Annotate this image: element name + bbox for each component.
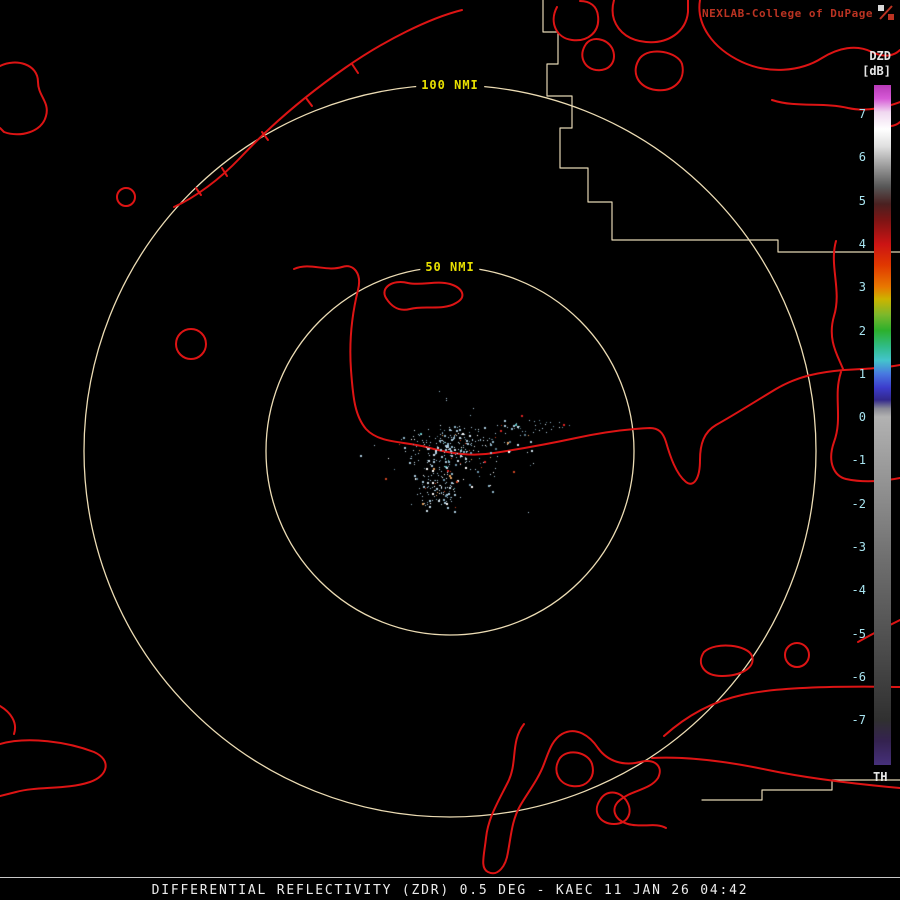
radar-echoes-canvas	[0, 0, 900, 900]
brand-text: NEXLAB-College of DuPage	[702, 7, 873, 20]
range-ring-label: 100 NMI	[416, 78, 484, 92]
colorbar-tick-label: -3	[851, 540, 866, 554]
product-title: DIFFERENTIAL REFLECTIVITY (ZDR) 0.5 DEG …	[151, 883, 749, 898]
colorbar-tick-label: 1	[858, 366, 866, 381]
colorbar-unit-label: [dB]	[862, 64, 891, 78]
colorbar-tick-label: 4	[858, 236, 866, 251]
colorbar-tick-label: 3	[858, 280, 866, 295]
colorbar-tick-label: -7	[851, 713, 866, 728]
colorbar-tick-label: 5	[858, 193, 866, 208]
radar-display: NEXLAB-College of DuPage DZD [dB] 7 6 5 4 3 2…	[0, 0, 900, 900]
colorbar-tick-label: -2	[851, 496, 866, 511]
colorbar-ticks: 7 6 5 4 3 2 1 0 -1 -2 -3 -4 -5 -6 -7	[832, 85, 866, 765]
colorbar-tick-label: 6	[858, 150, 866, 165]
colorbar-tick-label: -5	[851, 626, 866, 641]
colorbar-tick-label: -1	[851, 453, 866, 468]
cod-logo-icon	[878, 5, 894, 20]
colorbar-tick-label: -6	[851, 669, 866, 684]
colorbar-tick-label: 7	[858, 107, 866, 121]
colorbar-gradient	[874, 85, 891, 765]
colorbar-tick-label: -4	[851, 583, 866, 598]
colorbar-product-label: DZD	[869, 49, 891, 63]
footer-divider	[0, 877, 900, 878]
range-ring-label: 50 NMI	[420, 260, 480, 274]
colorbar-threshold-label: TH	[873, 770, 888, 784]
colorbar-tick-label: 0	[858, 410, 866, 425]
colorbar-tick-label: 2	[858, 323, 866, 338]
